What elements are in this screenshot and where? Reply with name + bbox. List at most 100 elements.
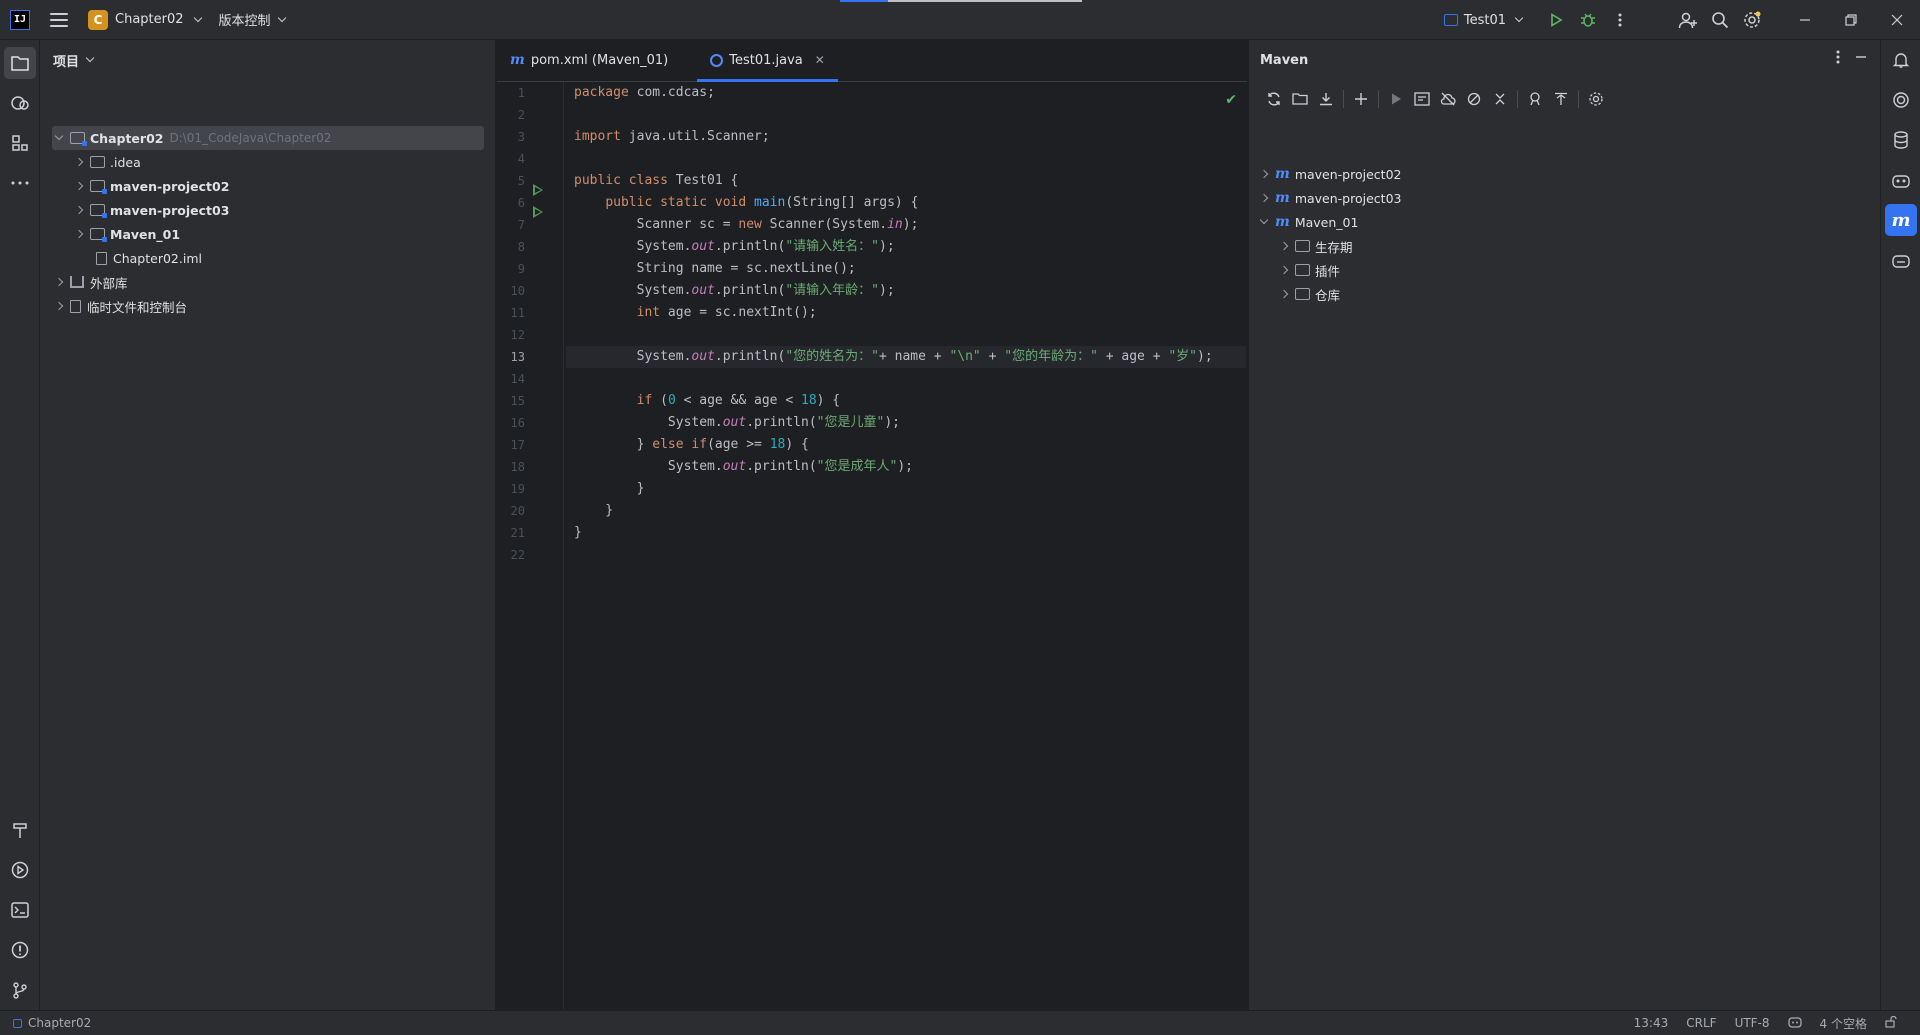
download-icon [1320,93,1332,106]
ai-chat-button[interactable] [1885,84,1917,116]
settings-button[interactable] [1736,4,1768,36]
skip-tests-button[interactable] [1461,86,1487,112]
line-number-gutter: 1 2 3 4 5 6 7 8 9 10 11 12 13 14 15 16 1… [497,82,564,1010]
project-tool-button[interactable] [4,47,36,79]
expand-button[interactable] [1548,86,1574,112]
database-button[interactable] [1885,124,1917,156]
more-tools-button[interactable] [4,167,36,199]
folder-icon [11,56,29,71]
file-encoding[interactable]: UTF-8 [1726,1016,1779,1030]
maven-item-lifecycle[interactable]: 生存期 [1279,234,1353,258]
refresh-icon [1268,92,1280,106]
run-config-selector[interactable]: Test01 [1443,13,1524,28]
project-panel-header[interactable]: 项目 [40,40,495,80]
structure-tool-button[interactable] [4,127,36,159]
problems-tool-button[interactable] [4,934,36,966]
maven-settings-button[interactable] [1583,86,1609,112]
tree-item-scratches[interactable]: 临时文件和控制台 [54,294,187,318]
code-line: } [574,481,645,496]
minimize-button[interactable] [1782,0,1828,40]
run-tool-button[interactable] [4,854,36,886]
vcs-label: 版本控制 [218,14,271,29]
line-number: 10 [510,284,525,298]
code-area[interactable]: package com.cdcas; import java.util.Scan… [566,82,1246,1010]
tab-close-icon[interactable]: ✕ [815,53,825,67]
tree-item-label: Maven_01 [110,226,181,242]
execute-goal-button[interactable] [1409,86,1435,112]
project-badge: C [88,9,108,30]
project-switcher[interactable]: C Chapter02 [88,9,202,30]
line-number: 4 [517,152,525,166]
tree-item-maven-project03[interactable]: maven-project03 [74,198,230,222]
maven-item-maven01[interactable]: m Maven_01 [1259,210,1359,234]
tree-item-label: 插件 [1315,263,1341,279]
more-actions-button[interactable] [1604,4,1636,36]
code-line: } [574,503,614,518]
build-tool-button[interactable] [4,814,36,846]
assistant-button[interactable] [1885,244,1917,276]
restore-button[interactable] [1828,0,1874,40]
maven-item-plugins[interactable]: 插件 [1279,258,1341,282]
spiral-icon [1893,92,1909,108]
status-bar: Chapter02 13:43 CRLF UTF-8 4 个空格 [0,1010,1920,1035]
search-icon [1712,12,1729,29]
tree-item-idea[interactable]: .idea [74,150,141,174]
more-icon[interactable] [1836,50,1840,64]
maven-icon: m [1275,190,1290,206]
git-tool-button[interactable] [4,974,36,1006]
status-project-breadcrumb[interactable]: Chapter02 [13,1016,91,1030]
maven-tool-button[interactable]: m [1885,204,1917,236]
line-separator[interactable]: CRLF [1677,1016,1725,1030]
add-button[interactable] [1348,86,1374,112]
offline-mode-button[interactable] [1435,86,1461,112]
chevron-right-icon [74,229,84,239]
tree-item-chapter02[interactable]: Chapter02 D:\01_CodeJava\Chapter02 [52,126,484,150]
debug-button[interactable] [1572,4,1604,36]
copilot-button[interactable] [1885,164,1917,196]
editor-tab-bar: m pom.xml (Maven_01) Test01.java ✕ [497,40,1247,82]
download-sources-button[interactable] [1313,86,1339,112]
intellij-logo-icon[interactable]: IJ [10,9,30,30]
tree-item-label: 外部库 [90,275,128,291]
run-maven-build-button[interactable] [1383,86,1409,112]
maven-item-project03[interactable]: m maven-project03 [1259,186,1402,210]
ai-assistant-tool-button[interactable] [4,87,36,119]
maven-item-project02[interactable]: m maven-project02 [1259,162,1401,186]
title-bar: IJ C Chapter02 版本控制 Test01 [0,0,1920,40]
vcs-menu[interactable]: 版本控制 [218,10,286,29]
project-panel-title: 项目 [53,54,80,70]
code-line: import java.util.Scanner; [574,129,770,144]
show-dependencies-button[interactable] [1522,86,1548,112]
run-button[interactable] [1540,4,1572,36]
tree-item-label: Maven_01 [1294,214,1359,230]
tree-item-label: maven-project03 [1294,190,1402,206]
add-maven-project-button[interactable] [1287,86,1313,112]
search-everywhere-button[interactable] [1704,4,1736,36]
ai-status-button[interactable] [1779,1016,1811,1031]
git-branch-icon [13,982,27,999]
tree-item-maven01[interactable]: Maven_01 [74,222,181,246]
reload-button[interactable] [1261,86,1287,112]
run-main-gutter-icon[interactable] [533,206,543,218]
tab-test01-java[interactable]: Test01.java ✕ [697,39,838,82]
indent-setting[interactable]: 4 个空格 [1811,1015,1876,1032]
run-class-gutter-icon[interactable] [533,184,543,196]
collapse-all-button[interactable] [1487,86,1513,112]
maven-item-repositories[interactable]: 仓库 [1279,282,1340,306]
tree-item-external-libraries[interactable]: 外部库 [54,270,128,294]
tree-item-label: maven-project03 [110,202,230,218]
caret-position[interactable]: 13:43 [1625,1016,1678,1030]
tree-item-chapter02-iml[interactable]: Chapter02.iml [96,246,202,270]
tab-pom-xml[interactable]: m pom.xml (Maven_01) [497,39,681,81]
tree-item-maven-project02[interactable]: maven-project02 [74,174,229,198]
line-number: 5 [517,174,525,188]
terminal-tool-button[interactable] [4,894,36,926]
main-menu-button[interactable] [50,12,68,27]
close-window-button[interactable] [1874,0,1920,40]
notifications-button[interactable] [1885,44,1917,76]
code-line: package com.cdcas; [574,85,715,100]
code-with-me-button[interactable] [1672,4,1704,36]
read-only-toggle[interactable] [1876,1015,1906,1031]
terminal-icon [11,902,29,918]
hide-panel-icon[interactable] [1854,50,1868,64]
